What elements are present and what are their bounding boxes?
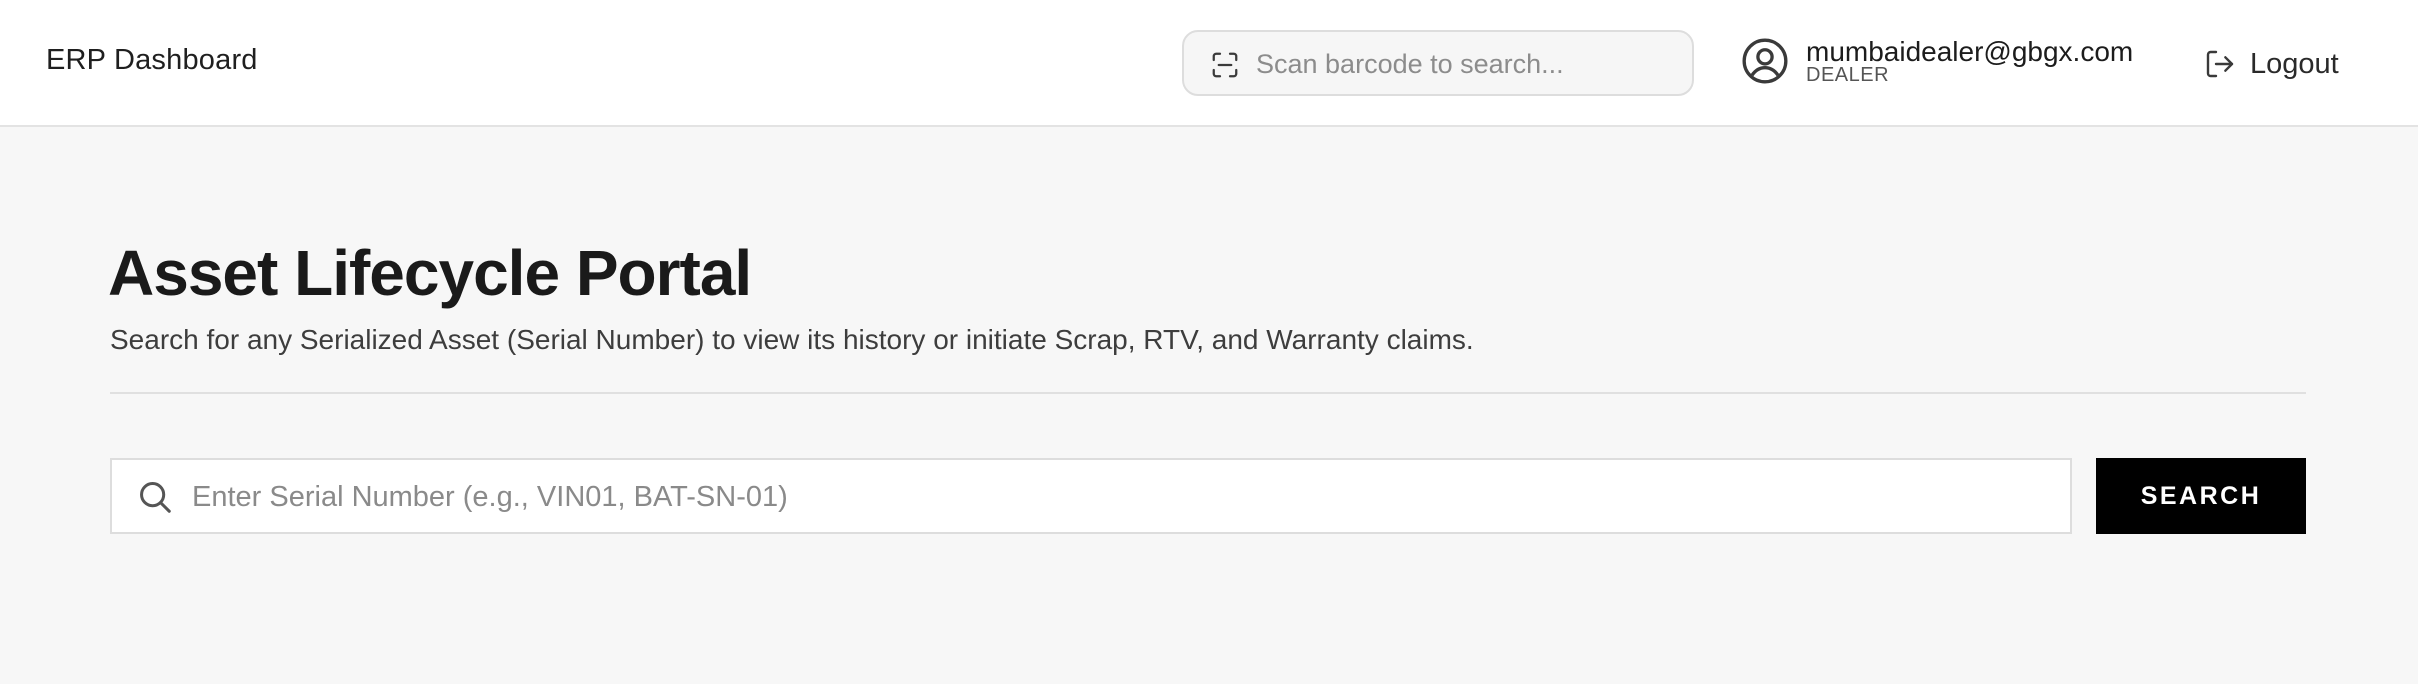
- barcode-scan-input[interactable]: [1256, 42, 1676, 86]
- barcode-scan-search[interactable]: [1182, 30, 1694, 96]
- search-icon: [140, 482, 171, 513]
- serial-number-input[interactable]: [192, 474, 2052, 520]
- user-role-badge: DEALER: [1806, 64, 1890, 86]
- serial-search-box[interactable]: [110, 458, 2072, 534]
- page-subtitle: Search for any Serialized Asset (Serial …: [110, 324, 1474, 355]
- page-title: Asset Lifecycle Portal: [108, 237, 752, 309]
- barcode-scan-icon: [1212, 52, 1238, 78]
- section-divider: [110, 392, 2306, 394]
- top-navigation-bar: ERP Dashboard mumbaidealer@gbgx.com DEAL…: [0, 0, 2418, 127]
- logout-button[interactable]: Logout: [2204, 44, 2339, 84]
- logout-icon: [2206, 50, 2234, 78]
- search-button[interactable]: SEARCH: [2096, 458, 2306, 534]
- user-circle-icon[interactable]: [1740, 36, 1790, 86]
- logout-label: Logout: [2250, 47, 2339, 80]
- app-brand-title[interactable]: ERP Dashboard: [46, 44, 258, 77]
